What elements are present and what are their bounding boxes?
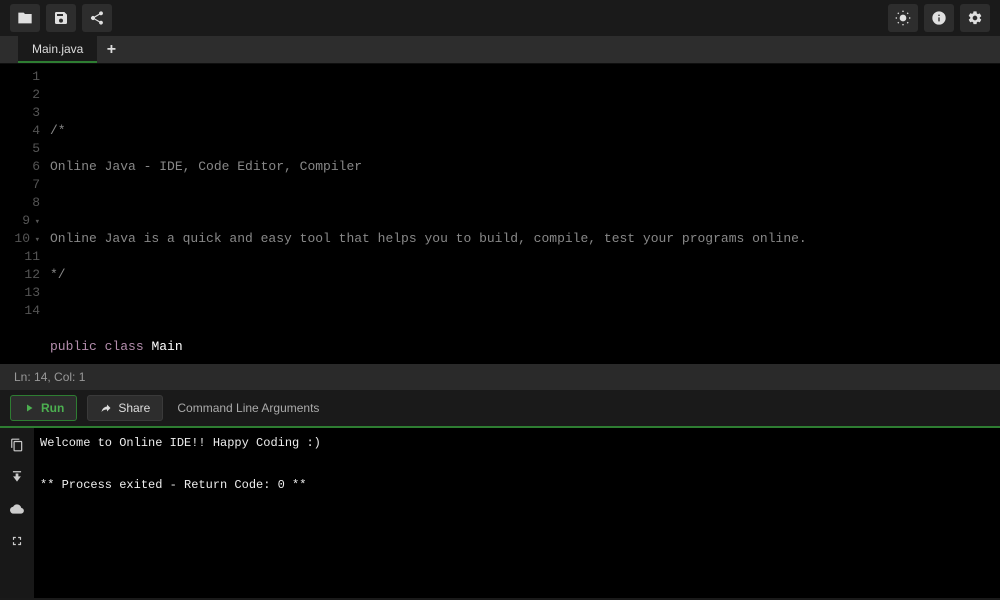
share-button-label: Share [118,401,150,415]
line-gutter: 1 2 3 4 5 6 7 8 9▾ 10▾ 11 12 13 14 [0,64,50,364]
tab-main-java[interactable]: Main.java [18,36,97,63]
run-button[interactable]: Run [10,395,77,421]
output-panel: Welcome to Online IDE!! Happy Coding :) … [0,426,1000,598]
tabs-bar: Main.java + [0,36,1000,64]
share-icon[interactable] [82,4,112,32]
run-button-label: Run [41,401,64,415]
status-bar: Ln: 14, Col: 1 [0,364,1000,390]
add-tab-button[interactable]: + [97,36,125,63]
share-button[interactable]: Share [87,395,163,421]
fullscreen-output-icon[interactable] [5,530,29,552]
output-tools [0,428,34,598]
settings-icon[interactable] [960,4,990,32]
save-icon[interactable] [46,4,76,32]
cursor-position: Ln: 14, Col: 1 [14,370,85,384]
download-output-icon[interactable] [5,466,29,488]
info-icon[interactable] [924,4,954,32]
folder-open-icon[interactable] [10,4,40,32]
toolbar-left [10,4,112,32]
copy-output-icon[interactable] [5,434,29,456]
code-editor[interactable]: 1 2 3 4 5 6 7 8 9▾ 10▾ 11 12 13 14 /* On… [0,64,1000,364]
cli-args-label: Command Line Arguments [177,401,319,415]
output-text: Welcome to Online IDE!! Happy Coding :) … [34,428,1000,598]
clear-output-icon[interactable] [5,498,29,520]
top-toolbar [0,0,1000,36]
theme-icon[interactable] [888,4,918,32]
action-bar: Run Share Command Line Arguments [0,390,1000,426]
code-content[interactable]: /* Online Java - IDE, Code Editor, Compi… [50,64,1000,364]
toolbar-right [888,4,990,32]
